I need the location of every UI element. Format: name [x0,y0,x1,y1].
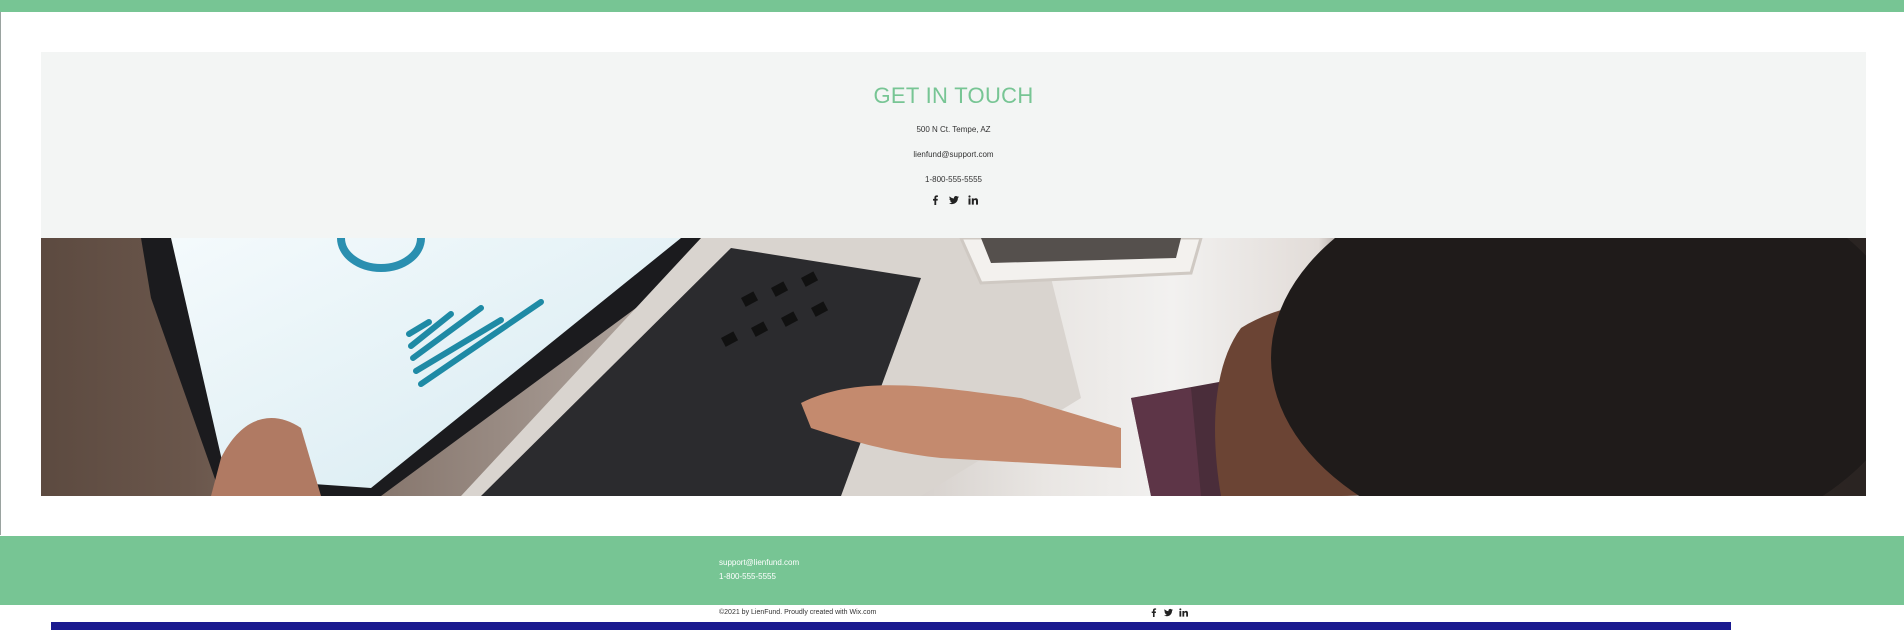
footer-social-bar [1149,608,1188,617]
contact-address: 500 N Ct. Tempe, AZ [916,125,991,134]
footer-email-link[interactable]: support@lienfund.com [719,558,799,567]
twitter-icon[interactable] [1164,608,1173,617]
facebook-icon[interactable] [1149,608,1158,617]
linkedin-icon[interactable] [1179,608,1188,617]
contact-phone: 1-800-555-5555 [925,175,982,184]
contact-email-link[interactable]: lienfund@support.com [41,150,1866,159]
page-border [0,12,1,535]
contact-section: GET IN TOUCH 500 N Ct. Tempe, AZ lienfun… [41,52,1866,238]
linkedin-icon[interactable] [967,195,978,205]
footer: support@lienfund.com 1-800-555-5555 [0,536,1904,605]
bottom-banner-strip [51,622,1731,630]
facebook-icon[interactable] [930,195,940,205]
contact-social-bar [41,195,1866,205]
copyright-text: ©2021 by LienFund. Proudly created with … [719,609,877,616]
top-accent-bar [0,0,1904,12]
twitter-icon[interactable] [948,195,959,205]
footer-phone: 1-800-555-5555 [719,572,776,581]
hero-image [41,238,1866,496]
contact-title: GET IN TOUCH [873,83,1034,108]
